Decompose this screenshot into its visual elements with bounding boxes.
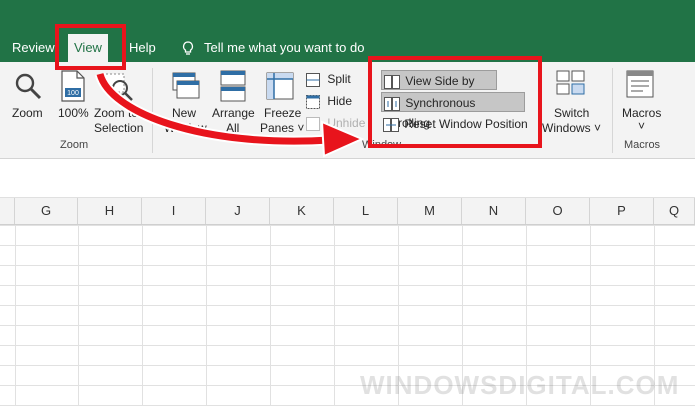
zoom-label: Zoom [12, 106, 43, 120]
column-header[interactable]: P [590, 198, 654, 224]
grid-line [78, 225, 79, 406]
new-window-label-1: New [172, 106, 197, 120]
svg-text:100: 100 [67, 90, 79, 97]
column-header[interactable]: I [142, 198, 206, 224]
column-header[interactable]: L [334, 198, 398, 224]
lightbulb-icon [182, 40, 194, 55]
column-header[interactable]: H [78, 198, 142, 224]
highlight-view-tab [55, 24, 126, 70]
zoom-100-button[interactable]: 100 [60, 70, 86, 107]
hide-button[interactable]: Hide [306, 91, 352, 111]
grid-line [142, 225, 143, 406]
split-button[interactable]: Split [306, 69, 351, 89]
zoom-to-selection-label-2: Selection [94, 121, 144, 135]
switch-windows-button[interactable] [556, 70, 586, 105]
tab-review[interactable]: Review [12, 36, 55, 60]
freeze-panes-button[interactable] [266, 72, 294, 105]
arrange-all-icon [220, 70, 246, 102]
watermark: WINDOWSDIGITAL.COM [360, 370, 680, 400]
column-header[interactable]: K [270, 198, 334, 224]
freeze-panes-label-2: Panes ˅ [260, 121, 305, 135]
macros-icon [626, 70, 654, 98]
tab-help[interactable]: Help [129, 36, 156, 60]
column-header[interactable]: O [526, 198, 590, 224]
zoom-group-label: Zoom [60, 139, 89, 151]
grid-line [206, 225, 207, 406]
new-window-icon [172, 72, 200, 99]
column-header[interactable]: N [462, 198, 526, 224]
macros-group-label: Macros [624, 139, 661, 151]
grid-line [334, 225, 335, 406]
zoom-to-selection-label-1: Zoom to [94, 106, 139, 120]
arrange-all-button[interactable] [220, 70, 246, 107]
tell-me-label: Tell me what you want to do [204, 40, 365, 55]
group-divider [152, 68, 153, 153]
zoom-to-selection-button[interactable] [104, 72, 134, 107]
macros-button[interactable] [626, 70, 654, 105]
highlight-window-options [368, 56, 542, 148]
freeze-panes-icon [266, 72, 294, 100]
hide-window-icon [306, 94, 320, 109]
switch-windows-icon [556, 70, 585, 95]
unhide-button[interactable]: Unhide [306, 113, 365, 133]
unhide-label: Unhide [327, 116, 366, 130]
new-window-button[interactable] [172, 72, 200, 105]
switch-windows-label-2: Windows ˅ [542, 121, 602, 135]
column-header[interactable]: G [15, 198, 78, 224]
zoom-100-label: 100% [58, 106, 89, 120]
arrange-all-label-2: All [226, 121, 240, 135]
switch-windows-label-1: Switch [554, 106, 590, 120]
tell-me-search[interactable]: Tell me what you want to do [182, 36, 364, 60]
document-100-icon: 100 [61, 70, 85, 102]
column-header[interactable]: M [398, 198, 462, 224]
freeze-panes-label-1: Freeze [264, 106, 302, 120]
column-header-row: G H I J K L M N O P Q [0, 198, 695, 225]
grid-line [270, 225, 271, 406]
row-header-corner[interactable] [0, 198, 15, 224]
magnifier-icon [15, 73, 42, 100]
group-divider [612, 68, 613, 153]
unhide-window-icon [306, 116, 320, 131]
zoom-button[interactable] [14, 72, 42, 105]
column-header[interactable]: Q [654, 198, 695, 224]
macros-label-2: ˅ [638, 119, 646, 133]
new-window-label-2: Window [164, 121, 207, 135]
grid-line [15, 225, 16, 406]
split-label: Split [327, 72, 351, 86]
arrange-all-label-1: Arrange [212, 106, 255, 120]
zoom-selection-icon [105, 73, 133, 101]
formula-bar[interactable] [0, 159, 695, 198]
split-icon [306, 72, 320, 87]
column-header[interactable]: J [206, 198, 270, 224]
hide-label: Hide [327, 94, 353, 108]
